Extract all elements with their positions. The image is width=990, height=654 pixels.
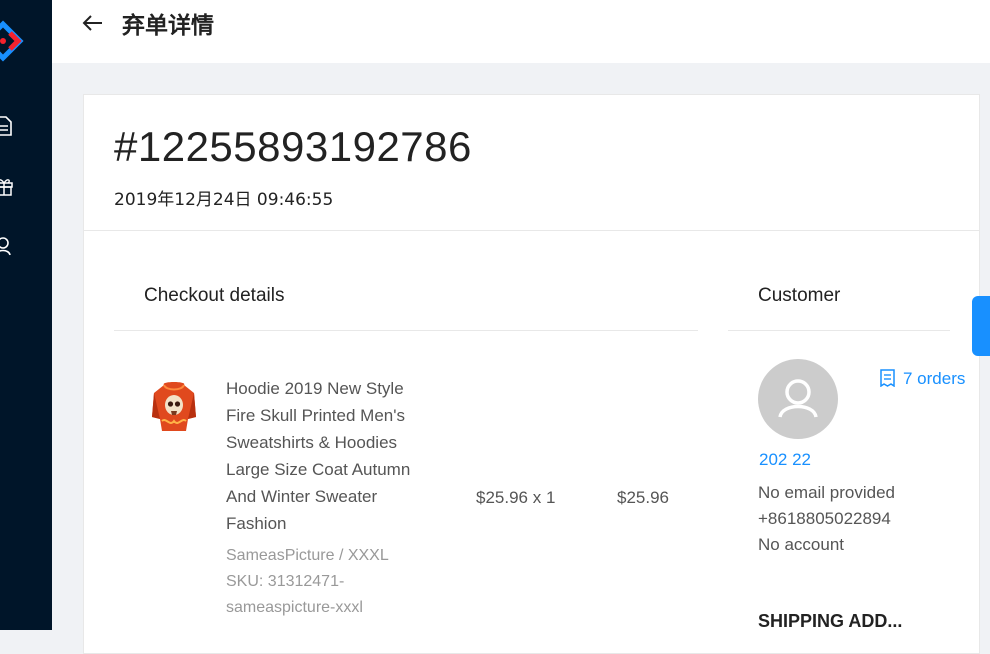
customer-avatar: [758, 359, 838, 439]
customer-divider: [728, 330, 950, 331]
product-variant-info: SameasPicture / XXXL SKU: 31312471-samea…: [226, 543, 436, 621]
page-header: 弃单详情: [52, 0, 990, 63]
customer-title: Customer: [758, 285, 841, 306]
order-header: #12255893192786 2019年12月24日 09:46:55: [84, 95, 979, 231]
user-icon[interactable]: [0, 236, 14, 256]
page-title: 弃单详情: [122, 13, 214, 39]
customer-phone: +8618805022894: [758, 509, 891, 528]
gift-icon[interactable]: [0, 176, 14, 196]
app-logo-icon[interactable]: [0, 20, 24, 62]
order-date: 2019年12月24日 09:46:55: [114, 190, 334, 210]
side-panel-tab[interactable]: [972, 296, 990, 356]
document-icon[interactable]: [0, 116, 14, 136]
receipt-icon: [880, 369, 895, 388]
checkout-details-title: Checkout details: [144, 285, 285, 306]
back-arrow-icon[interactable]: [80, 10, 106, 36]
product-sku: SKU: 31312471-sameaspicture-xxxl: [226, 573, 363, 616]
customer-orders-label: 7 orders: [903, 369, 966, 388]
product-variant: SameasPicture / XXXL: [226, 547, 389, 564]
product-name-link[interactable]: Hoodie 2019 New Style Fire Skull Printed…: [226, 375, 436, 537]
shipping-address-title: SHIPPING ADD...: [758, 611, 903, 631]
customer-orders-link[interactable]: 7 orders: [880, 369, 965, 389]
customer-email: No email provided: [758, 483, 896, 502]
sidebar: [0, 0, 52, 630]
order-card: #12255893192786 2019年12月24日 09:46:55 Che…: [83, 94, 980, 654]
order-number: #12255893192786: [114, 123, 472, 170]
checkout-divider: [114, 330, 698, 331]
product-unit-price: $25.96 x 1: [476, 488, 556, 507]
product-image[interactable]: [150, 377, 198, 435]
customer-account: No account: [758, 535, 844, 554]
product-line-total: $25.96: [617, 488, 669, 507]
customer-name-link[interactable]: 202 22: [759, 450, 811, 470]
user-silhouette-icon: [778, 379, 818, 418]
